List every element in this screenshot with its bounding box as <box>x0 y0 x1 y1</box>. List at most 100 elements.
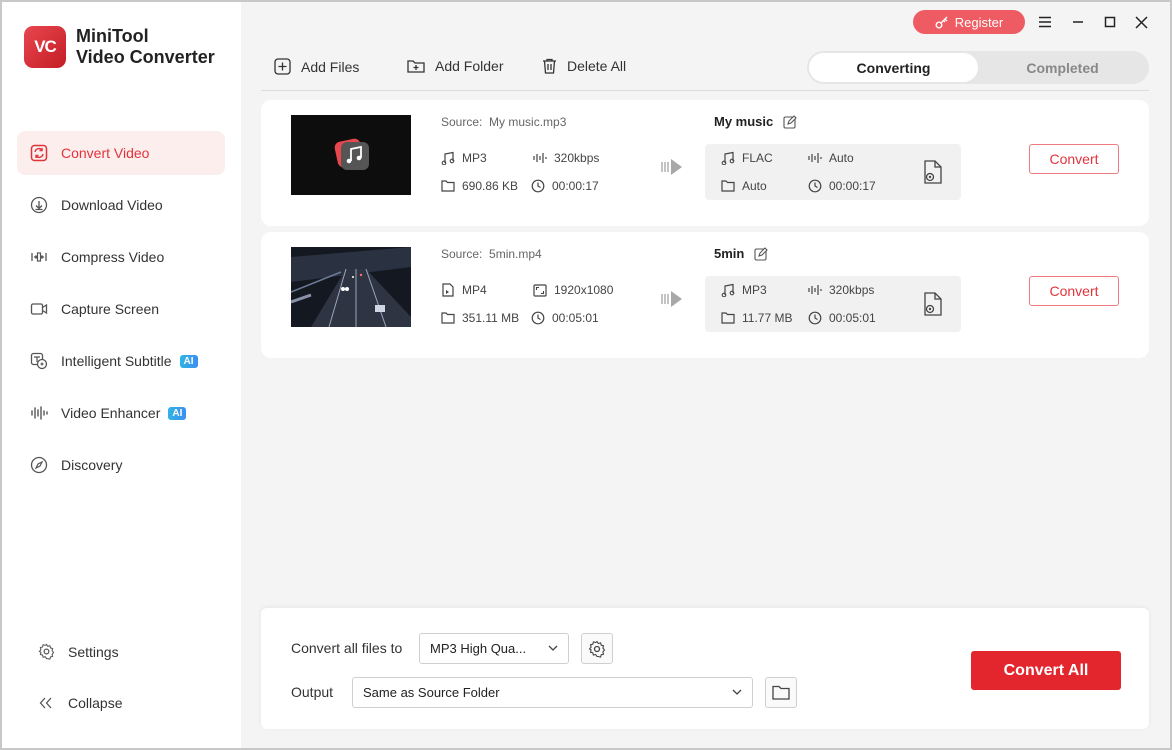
output-folder-select[interactable]: Same as Source Folder <box>352 677 753 708</box>
source-label: Source: <box>441 115 483 129</box>
minimize-icon <box>1073 21 1083 23</box>
close-button[interactable] <box>1131 12 1151 32</box>
compress-icon <box>29 247 49 267</box>
output-bitrate: 320kbps <box>808 283 874 297</box>
source-format-value: MP3 <box>462 151 487 165</box>
register-button[interactable]: Register <box>913 10 1025 34</box>
settings-label: Settings <box>68 643 119 660</box>
folder-icon <box>441 312 455 324</box>
add-folder-button[interactable]: Add Folder <box>407 58 503 74</box>
sidebar-item-capture-screen[interactable]: Capture Screen <box>17 287 225 331</box>
convert-button[interactable]: Convert <box>1029 276 1119 306</box>
download-icon <box>29 195 49 215</box>
source-label: Source: <box>441 247 483 261</box>
output-name-text: My music <box>714 114 774 129</box>
file-settings-icon[interactable] <box>923 292 943 316</box>
sidebar-item-intelligent-subtitle[interactable]: Intelligent Subtitle AI <box>17 339 225 383</box>
add-file-icon <box>274 58 291 75</box>
output-size-value: Auto <box>742 179 767 193</box>
source-resolution: 1920x1080 <box>533 283 613 297</box>
sidebar-item-discovery[interactable]: Discovery <box>17 443 225 487</box>
convert-button[interactable]: Convert <box>1029 144 1119 174</box>
arrow-right-icon <box>661 290 683 313</box>
format-select-value: MP3 High Qua... <box>430 641 527 656</box>
minimize-button[interactable] <box>1068 12 1088 32</box>
output-format-value: FLAC <box>742 151 773 165</box>
source-format: MP3 <box>441 151 487 165</box>
sidebar-item-convert-video[interactable]: Convert Video <box>17 131 225 175</box>
clock-icon <box>531 179 545 193</box>
trash-icon <box>543 58 556 74</box>
camera-icon <box>29 299 49 319</box>
source-format: MP4 <box>441 283 487 297</box>
output-name-text: 5min <box>714 246 745 261</box>
bitrate-icon <box>808 285 822 295</box>
browse-folder-button[interactable] <box>765 677 797 708</box>
sidebar-item-download-video[interactable]: Download Video <box>17 183 225 227</box>
tab-converting[interactable]: Converting <box>809 53 978 82</box>
source-filename: Source: My music.mp3 <box>441 115 566 129</box>
source-resolution-value: 1920x1080 <box>554 283 614 297</box>
tab-completed[interactable]: Completed <box>978 53 1147 82</box>
sidebar-item-video-enhancer[interactable]: Video Enhancer AI <box>17 391 225 435</box>
subtitle-icon <box>29 351 49 371</box>
ai-badge: AI <box>179 354 198 368</box>
format-select[interactable]: MP3 High Qua... <box>419 633 569 664</box>
format-settings-button[interactable] <box>581 633 613 664</box>
toolbar-divider <box>261 90 1149 91</box>
gear-icon <box>36 643 56 660</box>
file-settings-icon[interactable] <box>923 160 943 184</box>
output-format-value: MP3 <box>742 283 767 297</box>
app-logo: VC <box>24 26 66 68</box>
output-settings-box[interactable]: FLAC Auto Auto 00:00:17 <box>705 144 961 200</box>
output-folder-value: Same as Source Folder <box>363 685 500 700</box>
convert-all-files-label: Convert all files to <box>291 640 403 656</box>
source-duration-value: 00:00:17 <box>552 179 599 193</box>
compass-icon <box>29 455 49 475</box>
maximize-button[interactable] <box>1100 12 1120 32</box>
convert-all-button[interactable]: Convert All <box>971 651 1121 690</box>
task-card: Source: 5min.mp4 MP4 1920x1080 351.11 MB… <box>261 232 1149 358</box>
music-note-icon <box>721 151 735 165</box>
clock-icon <box>531 311 545 325</box>
app-title-line2: Video Converter <box>76 47 215 67</box>
delete-all-button[interactable]: Delete All <box>542 58 626 74</box>
enhancer-icon <box>29 403 49 423</box>
audio-thumbnail <box>291 115 411 195</box>
bitrate-icon <box>808 153 822 163</box>
chevron-down-icon <box>548 645 558 651</box>
add-files-button[interactable]: Add Files <box>274 58 359 75</box>
sidebar-item-label: Intelligent Subtitle <box>61 353 172 369</box>
status-tabs: Converting Completed <box>807 51 1149 84</box>
menu-button[interactable] <box>1035 12 1055 32</box>
clock-icon <box>808 311 822 325</box>
sidebar-item-label: Capture Screen <box>61 301 160 317</box>
source-filename: Source: 5min.mp4 <box>441 247 542 261</box>
folder-icon <box>721 312 735 324</box>
folder-icon <box>721 180 735 192</box>
output-format: MP3 <box>721 283 767 297</box>
output-label: Output <box>291 684 334 700</box>
source-name: My music.mp3 <box>489 115 567 129</box>
app-title-line1: MiniTool <box>76 26 149 46</box>
resolution-icon <box>533 283 547 297</box>
sidebar-item-label: Download Video <box>61 197 163 213</box>
source-bitrate-value: 320kbps <box>554 151 600 165</box>
bottom-panel: Convert all files to MP3 High Qua... Out… <box>261 608 1149 729</box>
edit-icon[interactable] <box>754 246 769 261</box>
app-window: VC MiniTool Video Converter Convert Vide… <box>0 0 1172 750</box>
video-thumbnail <box>291 247 411 327</box>
sidebar-item-compress-video[interactable]: Compress Video <box>17 235 225 279</box>
add-files-label: Add Files <box>301 58 360 75</box>
source-duration: 00:05:01 <box>531 311 599 325</box>
edit-icon[interactable] <box>783 114 798 129</box>
source-name: 5min.mp4 <box>489 247 542 261</box>
source-duration-value: 00:05:01 <box>552 311 599 325</box>
settings-button[interactable]: Settings <box>36 643 119 660</box>
output-settings-box[interactable]: MP3 320kbps 11.77 MB 00:05:01 <box>705 276 961 332</box>
output-duration: 00:00:17 <box>808 179 876 193</box>
music-note-icon <box>441 151 455 165</box>
collapse-button[interactable]: Collapse <box>36 695 122 711</box>
output-size: 11.77 MB <box>721 311 792 325</box>
maximize-icon <box>1104 16 1116 28</box>
